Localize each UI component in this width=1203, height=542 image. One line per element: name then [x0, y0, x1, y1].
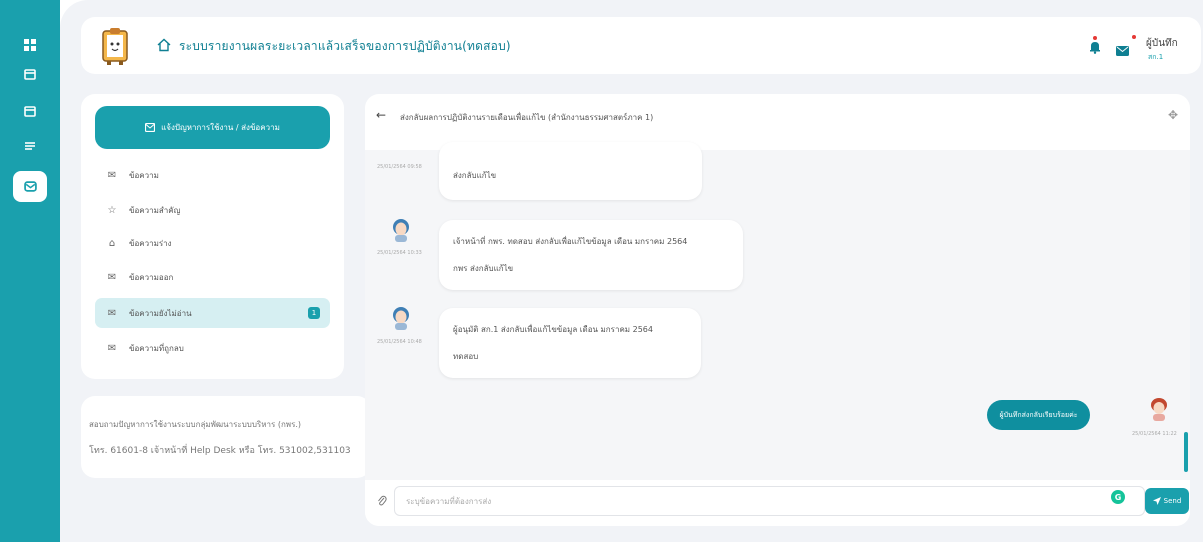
calendar-check-icon[interactable]: [22, 103, 38, 119]
grammarly-icon[interactable]: G: [1111, 490, 1125, 504]
user-name[interactable]: ผู้บันทึก: [1146, 36, 1178, 51]
paperclip-icon[interactable]: [377, 495, 387, 510]
message-text: ผู้อนุมัติ สก.1 ส่งกลับเพื่อแก้ไขข้อมูล …: [453, 325, 653, 334]
user-role: สก.1: [1148, 53, 1164, 61]
message-bubble: ส่งกลับแก้ไข: [439, 142, 702, 200]
message-text: เจ้าหน้าที่ กพร. ทดสอบ ส่งกลับเพื่อแก้ไข…: [453, 237, 688, 246]
officer-avatar: [392, 218, 410, 242]
compose-button[interactable]: แจ้งปัญหาการใช้งาน / ส่งข้อความ: [95, 106, 330, 149]
message-menu-panel: แจ้งปัญหาการใช้งาน / ส่งข้อความ ✉ ข้อควา…: [81, 94, 344, 379]
menu-item-unread[interactable]: ✉ ข้อความยังไม่อ่าน 1: [95, 298, 330, 328]
move-icon[interactable]: ✥: [1168, 108, 1178, 122]
my-avatar: [1150, 397, 1168, 421]
menu-item-label: ข้อความที่ถูกลบ: [129, 343, 184, 353]
unread-icon: ✉: [107, 307, 117, 319]
mail-dot: [1132, 35, 1136, 39]
chat-panel: ← ส่งกลับผลการปฏิบัติงานรายเดือนเพื่อแก้…: [365, 94, 1190, 526]
message-bubble: เจ้าหน้าที่ กพร. ทดสอบ ส่งกลับเพื่อแก้ไข…: [439, 220, 743, 290]
message-thread: 25/01/2564 09:58 ส่งกลับแก้ไข 25/01/2564…: [365, 142, 1190, 480]
menu-item-label: ข้อความสำคัญ: [129, 205, 181, 215]
help-info-line-1: สอบถามปัญหาการใช้งานระบบกลุ่มพัฒนาระบบบร…: [89, 420, 302, 429]
mail-notification-icon[interactable]: [1116, 35, 1136, 60]
my-message-bubble: ผู้บันทึกส่งกลับเรียบร้อยค่ะ: [987, 400, 1090, 430]
menu-item-label: ข้อความร่าง: [129, 238, 172, 248]
approver-avatar: [392, 306, 410, 330]
inbox-icon: ✉: [107, 169, 117, 181]
bell-icon[interactable]: [1089, 36, 1101, 58]
menu-item-important[interactable]: ☆ ข้อความสำคัญ: [95, 195, 330, 225]
compose-label: แจ้งปัญหาการใช้งาน / ส่งข้อความ: [161, 123, 280, 132]
message-text: กพร ส่งกลับแก้ไข: [453, 264, 514, 273]
home-icon[interactable]: [157, 37, 171, 56]
menu-item-label: ข้อความยังไม่อ่าน: [129, 308, 192, 318]
menu-item-outbox[interactable]: ✉ ข้อความออก: [95, 262, 330, 292]
help-info-panel: สอบถามปัญหาการใช้งานระบบกลุ่มพัฒนาระบบบร…: [81, 396, 371, 478]
list-icon[interactable]: [22, 138, 38, 154]
calendar-icon[interactable]: [22, 66, 38, 82]
menu-item-label: ข้อความ: [129, 170, 159, 180]
message-text: ส่งกลับแก้ไข: [453, 171, 497, 180]
star-icon: ☆: [107, 204, 117, 216]
mail-icon[interactable]: [13, 171, 47, 202]
menu-item-deleted[interactable]: ✉ ข้อความที่ถูกลบ: [95, 333, 330, 363]
menu-item-draft[interactable]: ⌂ ข้อความร่าง: [95, 228, 330, 258]
outbox-icon: ✉: [107, 271, 117, 283]
send-icon: [1152, 497, 1161, 505]
message-timestamp: 25/01/2564 09:58: [377, 164, 422, 170]
message-bubble: ผู้อนุมัติ สก.1 ส่งกลับเพื่อแก้ไขข้อมูล …: [439, 308, 701, 378]
message-timestamp: 25/01/2564 10:33: [377, 250, 422, 256]
notification-dot: [1093, 36, 1097, 40]
message-timestamp: 25/01/2564 10:48: [377, 339, 422, 345]
back-arrow-icon[interactable]: ←: [376, 108, 386, 122]
trash-icon: ✉: [107, 342, 117, 354]
chat-scrollbar[interactable]: [1184, 432, 1188, 472]
message-text: ทดสอบ: [453, 352, 479, 361]
menu-item-inbox[interactable]: ✉ ข้อความ: [95, 160, 330, 190]
help-info-line-2: โทร. 61601-8 เจ้าหน้าที่ Help Desk หรือ …: [89, 446, 351, 456]
compose-mail-icon: [145, 123, 156, 132]
unread-count-badge: 1: [308, 307, 320, 319]
dashboard-icon[interactable]: [22, 37, 38, 53]
top-header: ระบบรายงานผลระยะเวลาแล้วเสร็จของการปฏิบั…: [81, 17, 1201, 74]
message-input-row: G Send: [365, 480, 1190, 526]
chat-title: ส่งกลับผลการปฏิบัติงานรายเดือนเพื่อแก้ไข…: [400, 113, 654, 122]
clipboard-mascot-logo: [97, 26, 133, 66]
chat-header: ← ส่งกลับผลการปฏิบัติงานรายเดือนเพื่อแก้…: [365, 94, 1190, 138]
main-area: ระบบรายงานผลระยะเวลาแล้วเสร็จของการปฏิบั…: [60, 0, 1203, 542]
message-timestamp: 25/01/2564 11:22: [1132, 431, 1177, 437]
send-label: Send: [1163, 497, 1182, 505]
menu-item-label: ข้อความออก: [129, 272, 174, 282]
page-title: ระบบรายงานผลระยะเวลาแล้วเสร็จของการปฏิบั…: [179, 39, 511, 53]
message-input[interactable]: [394, 486, 1145, 516]
left-rail: [0, 0, 60, 542]
send-button[interactable]: Send: [1145, 488, 1189, 514]
draft-icon: ⌂: [108, 237, 116, 249]
